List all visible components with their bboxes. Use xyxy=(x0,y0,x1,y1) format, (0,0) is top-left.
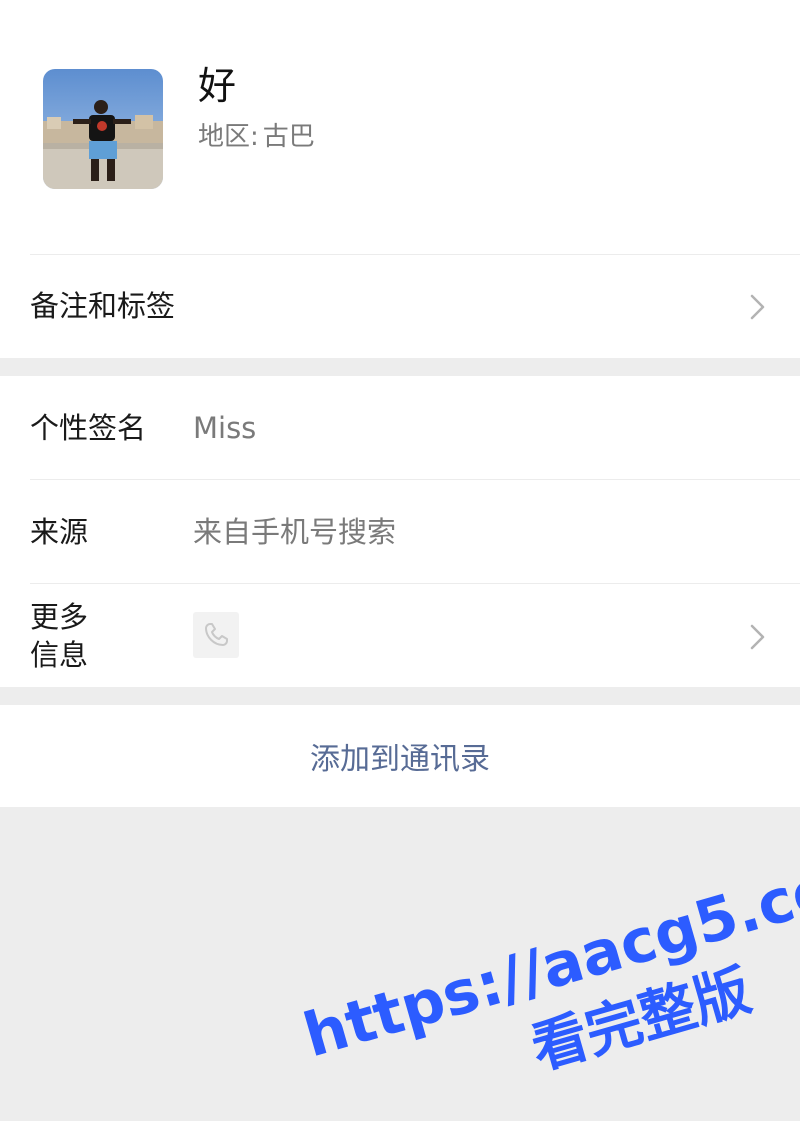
signature-label: 个性签名 xyxy=(30,411,147,445)
more-info-label-line1: 更多 xyxy=(30,600,89,634)
profile-name: 好 xyxy=(198,64,237,108)
source-label: 来源 xyxy=(30,515,89,549)
chevron-right-icon xyxy=(746,291,768,323)
add-contact-card: 添加到通讯录 xyxy=(0,705,800,807)
region-label: 地区: xyxy=(198,122,259,152)
avatar[interactable] xyxy=(43,69,163,189)
profile-card: 好 地区: 古巴 备注和标签 xyxy=(0,0,800,358)
profile-region: 地区: 古巴 xyxy=(198,118,315,156)
source-value: 来自手机号搜索 xyxy=(193,515,397,549)
watermark-url: https://aacg5.com xyxy=(296,836,800,1072)
divider xyxy=(30,479,800,480)
add-to-contacts-button[interactable]: 添加到通讯录 xyxy=(0,705,800,807)
more-info-row[interactable] xyxy=(0,584,800,687)
info-card: 个性签名 Miss 来源 来自手机号搜索 更多 信息 xyxy=(0,376,800,687)
more-info-label: 更多 信息 xyxy=(30,598,88,674)
more-info-label-line2: 信息 xyxy=(30,638,89,672)
remark-and-tags-label: 备注和标签 xyxy=(30,289,176,323)
signature-row: 个性签名 Miss xyxy=(0,376,800,480)
region-value: 古巴 xyxy=(262,122,315,152)
chevron-right-icon xyxy=(746,621,768,653)
watermark-caption: 看完整版 xyxy=(524,958,758,1083)
remark-and-tags-row[interactable]: 备注和标签 xyxy=(0,254,800,358)
phone-icon xyxy=(193,612,239,658)
signature-value: Miss xyxy=(193,411,257,445)
